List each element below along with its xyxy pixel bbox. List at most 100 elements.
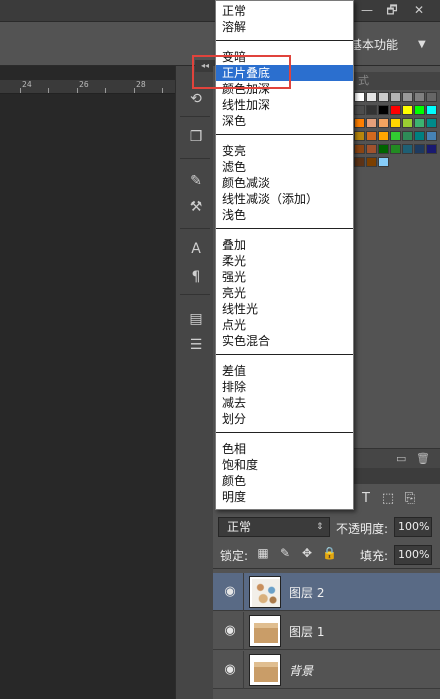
color-swatch[interactable] bbox=[354, 92, 365, 102]
visibility-eye-icon[interactable]: ◉ bbox=[222, 623, 238, 639]
restore-icon[interactable]: 🗗 bbox=[383, 2, 401, 18]
blend-mode-option[interactable]: 柔光 bbox=[216, 253, 353, 269]
color-swatch[interactable] bbox=[390, 144, 401, 154]
blend-mode-option[interactable]: 划分 bbox=[216, 411, 353, 427]
paragraph-icon[interactable]: ¶ bbox=[187, 268, 205, 286]
document-canvas[interactable] bbox=[0, 66, 175, 699]
color-swatch[interactable] bbox=[402, 118, 413, 128]
blend-mode-option[interactable]: 滤色 bbox=[216, 159, 353, 175]
color-swatch[interactable] bbox=[426, 131, 437, 141]
visibility-eye-icon[interactable]: ◉ bbox=[222, 584, 238, 600]
blend-mode-option[interactable]: 正常 bbox=[216, 3, 353, 19]
color-swatch[interactable] bbox=[378, 118, 389, 128]
color-swatch[interactable] bbox=[366, 105, 377, 115]
blend-mode-option[interactable]: 减去 bbox=[216, 395, 353, 411]
lock-pixels-icon[interactable]: ✎ bbox=[278, 546, 292, 560]
layer-row[interactable]: ◉ 图层 1 bbox=[213, 612, 440, 650]
tool-presets-icon[interactable]: ⚒ bbox=[187, 198, 205, 216]
layer-name[interactable]: 图层 1 bbox=[289, 623, 324, 640]
color-swatch[interactable] bbox=[366, 144, 377, 154]
notes-icon[interactable]: ▤ bbox=[187, 310, 205, 328]
color-swatch[interactable] bbox=[414, 131, 425, 141]
blend-mode-option[interactable]: 线性加深 bbox=[216, 97, 353, 113]
color-swatch[interactable] bbox=[402, 92, 413, 102]
blend-mode-option[interactable]: 深色 bbox=[216, 113, 353, 129]
blend-mode-option[interactable]: 线性减淡（添加） bbox=[216, 191, 353, 207]
color-swatch[interactable] bbox=[426, 144, 437, 154]
color-swatch[interactable] bbox=[414, 105, 425, 115]
color-swatch[interactable] bbox=[378, 105, 389, 115]
color-swatch[interactable] bbox=[402, 131, 413, 141]
lock-all-icon[interactable]: 🔒 bbox=[322, 546, 337, 560]
history-icon[interactable]: ⟲ bbox=[187, 90, 205, 108]
color-swatch[interactable] bbox=[366, 92, 377, 102]
shape-filter-icon[interactable]: ⬚ bbox=[380, 491, 396, 506]
blend-mode-option[interactable]: 叠加 bbox=[216, 237, 353, 253]
new-swatch-icon[interactable]: ▭ bbox=[396, 452, 406, 465]
blend-mode-option[interactable]: 颜色减淡 bbox=[216, 175, 353, 191]
blend-mode-option[interactable]: 线性光 bbox=[216, 301, 353, 317]
color-swatch[interactable] bbox=[414, 92, 425, 102]
color-swatch[interactable] bbox=[390, 118, 401, 128]
minimize-icon[interactable]: — bbox=[358, 2, 376, 18]
color-swatch[interactable] bbox=[354, 118, 365, 128]
color-swatch[interactable] bbox=[402, 105, 413, 115]
chevron-down-icon[interactable]: ▼ bbox=[418, 36, 426, 54]
trash-icon[interactable]: 🗑 bbox=[416, 452, 430, 465]
select-arrow-icon[interactable]: ⇕ bbox=[316, 518, 324, 536]
character-icon[interactable]: A bbox=[187, 240, 205, 258]
visibility-eye-icon[interactable]: ◉ bbox=[222, 662, 238, 678]
color-swatch[interactable] bbox=[426, 92, 437, 102]
3d-icon[interactable]: ❒ bbox=[187, 128, 205, 146]
color-swatch[interactable] bbox=[390, 105, 401, 115]
blend-mode-option[interactable]: 明度 bbox=[216, 489, 353, 505]
color-swatch[interactable] bbox=[354, 105, 365, 115]
blend-mode-option[interactable]: 变亮 bbox=[216, 143, 353, 159]
blend-mode-option[interactable]: 差值 bbox=[216, 363, 353, 379]
color-swatch[interactable] bbox=[414, 118, 425, 128]
color-swatch[interactable] bbox=[378, 92, 389, 102]
properties-icon[interactable]: ☰ bbox=[187, 336, 205, 354]
blend-mode-option[interactable]: 浅色 bbox=[216, 207, 353, 223]
layer-thumbnail[interactable] bbox=[249, 654, 281, 686]
color-swatch[interactable] bbox=[354, 144, 365, 154]
color-swatch[interactable] bbox=[378, 131, 389, 141]
layer-name[interactable]: 背景 bbox=[289, 662, 313, 679]
layer-row[interactable]: ◉ 背景 bbox=[213, 651, 440, 689]
layer-row[interactable]: ◉ 图层 2 bbox=[213, 573, 440, 611]
color-swatch[interactable] bbox=[354, 157, 365, 167]
blend-mode-option[interactable]: 亮光 bbox=[216, 285, 353, 301]
lock-position-icon[interactable]: ✥ bbox=[300, 546, 314, 560]
color-swatch[interactable] bbox=[366, 131, 377, 141]
color-swatch[interactable] bbox=[354, 131, 365, 141]
color-swatch[interactable] bbox=[426, 105, 437, 115]
layer-thumbnail[interactable] bbox=[249, 576, 281, 608]
color-swatch[interactable] bbox=[366, 157, 377, 167]
lock-transparency-icon[interactable]: ▦ bbox=[256, 546, 270, 560]
layer-name[interactable]: 图层 2 bbox=[289, 584, 324, 601]
workspace-switcher[interactable]: 基本功能 bbox=[350, 36, 398, 54]
color-swatch[interactable] bbox=[390, 92, 401, 102]
fill-input[interactable]: 100% bbox=[394, 545, 432, 565]
layer-thumbnail[interactable] bbox=[249, 615, 281, 647]
color-swatch[interactable] bbox=[414, 144, 425, 154]
blend-mode-option[interactable]: 点光 bbox=[216, 317, 353, 333]
blend-mode-option[interactable]: 实色混合 bbox=[216, 333, 353, 349]
color-swatch[interactable] bbox=[426, 118, 437, 128]
smart-object-filter-icon[interactable]: ⎘ bbox=[402, 491, 418, 506]
blend-mode-option[interactable]: 色相 bbox=[216, 441, 353, 457]
opacity-input[interactable]: 100% bbox=[394, 517, 432, 537]
blend-mode-option[interactable]: 强光 bbox=[216, 269, 353, 285]
blend-mode-select[interactable]: 正常 bbox=[218, 517, 330, 537]
swatches-tab[interactable]: 式 bbox=[354, 72, 440, 90]
color-swatch[interactable] bbox=[378, 144, 389, 154]
type-filter-icon[interactable]: T bbox=[358, 491, 374, 506]
color-swatch[interactable] bbox=[378, 157, 389, 167]
close-icon[interactable]: ✕ bbox=[410, 2, 428, 18]
color-swatch[interactable] bbox=[402, 144, 413, 154]
blend-mode-option[interactable]: 排除 bbox=[216, 379, 353, 395]
brush-presets-icon[interactable]: ✎ bbox=[187, 172, 205, 190]
color-swatch[interactable] bbox=[390, 131, 401, 141]
blend-mode-option[interactable]: 溶解 bbox=[216, 19, 353, 35]
blend-mode-option[interactable]: 饱和度 bbox=[216, 457, 353, 473]
